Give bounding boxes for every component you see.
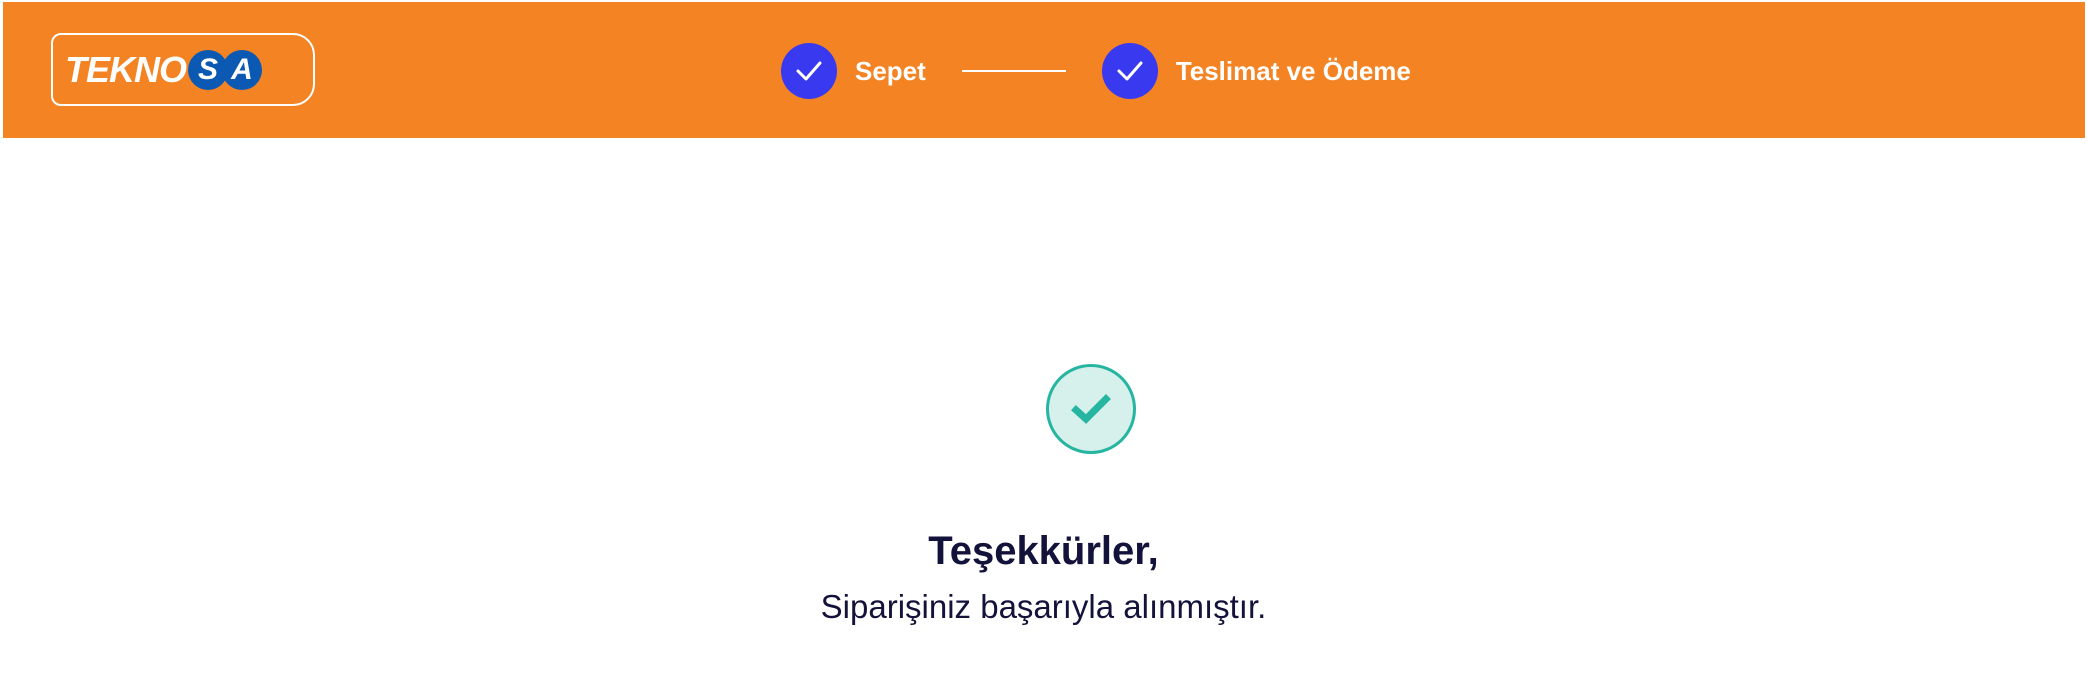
teknosa-logo[interactable]: TEKNO S A xyxy=(51,33,315,106)
order-confirmation-page: TEKNO S A Sepet Teslimat ve Ödeme Teşekk… xyxy=(0,0,2087,676)
step-cart: Sepet xyxy=(781,43,926,99)
check-icon xyxy=(781,43,837,99)
logo-wordmark: TEKNO xyxy=(65,48,187,90)
check-icon xyxy=(1101,43,1158,99)
step-delivery-payment-label: Teslimat ve Ödeme xyxy=(1175,55,1411,86)
confirmation-message: Siparişiniz başarıyla alınmıştır. xyxy=(820,588,1267,625)
step-cart-label: Sepet xyxy=(855,55,926,86)
check-circle-icon xyxy=(1046,364,1136,454)
checkout-header: TEKNO S A Sepet Teslimat ve Ödeme xyxy=(3,2,2085,138)
step-delivery-payment: Teslimat ve Ödeme xyxy=(1101,43,1411,99)
confirmation-title: Teşekkürler, xyxy=(928,529,1159,573)
logo-badge-a: A xyxy=(222,49,262,90)
checkout-steps: Sepet Teslimat ve Ödeme xyxy=(781,43,1411,99)
step-connector xyxy=(961,70,1066,72)
logo-badges: S A xyxy=(188,49,262,90)
